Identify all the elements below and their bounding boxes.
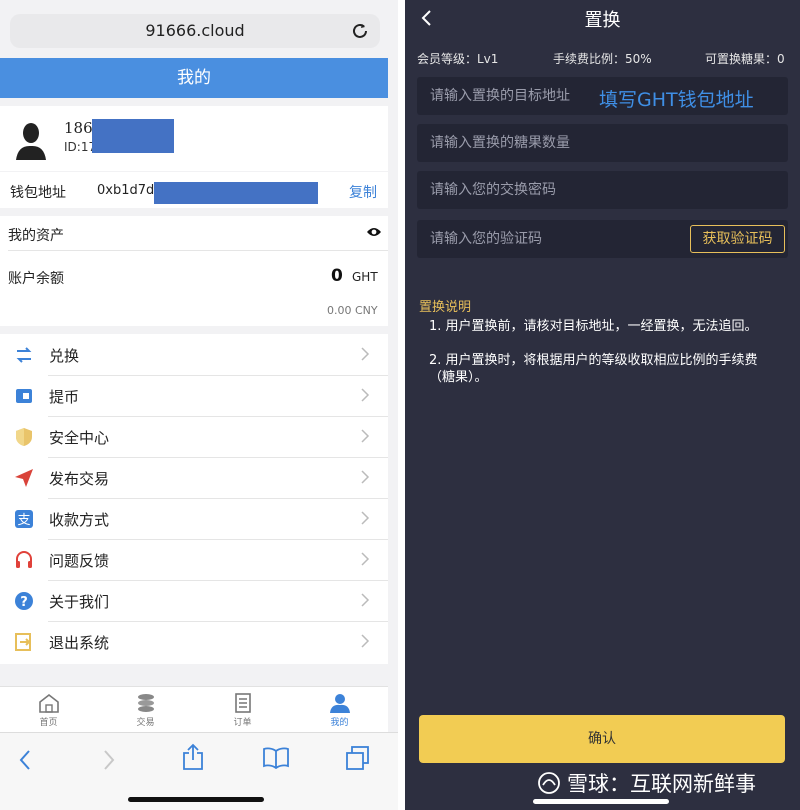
- chevron-right-icon: [361, 388, 370, 402]
- menu-item-about[interactable]: ? 关于我们: [0, 580, 388, 621]
- headphones-icon: [16, 551, 32, 568]
- tab-label: 我的: [330, 718, 349, 728]
- paper-plane-icon: [15, 469, 33, 487]
- tab-label: 交易: [136, 718, 155, 728]
- coins-icon: [138, 694, 154, 712]
- tab-trade[interactable]: 交易: [97, 687, 194, 733]
- back-arrow-icon[interactable]: [18, 749, 32, 771]
- user-phone: 186: [64, 119, 93, 137]
- menu-item-withdraw[interactable]: 提币: [0, 375, 388, 416]
- profile-panel: [0, 106, 388, 171]
- member-level: 会员等级：Lv1: [417, 52, 499, 66]
- left-phone-screen: 91666.cloud 我的 186 ID:17 钱包地址 0xb1d7d6 复…: [0, 0, 398, 810]
- exchange-header: 置换: [405, 0, 800, 36]
- share-icon[interactable]: [181, 743, 205, 771]
- shield-icon: [16, 428, 32, 446]
- chevron-right-icon: [361, 511, 370, 525]
- password-input[interactable]: [417, 171, 788, 209]
- password-field[interactable]: [417, 171, 788, 209]
- fee-ratio: 手续费比例：50%: [553, 52, 652, 66]
- question-circle-icon: ?: [15, 592, 33, 610]
- menu-item-label: 提币: [49, 388, 80, 406]
- assets-title: 我的资产: [8, 228, 64, 244]
- address-bar[interactable]: 91666.cloud: [10, 14, 380, 48]
- note-item: 1. 用户置换前，请核对目标地址，一经置换，无法追回。: [429, 319, 758, 334]
- menu-item-exchange[interactable]: 兑换: [0, 334, 388, 375]
- menu-item-label: 兑换: [49, 347, 80, 365]
- bottom-tab-bar: 首页 交易 订单 我的: [0, 686, 388, 732]
- redaction-block: [154, 182, 318, 204]
- snowball-logo-icon: [538, 772, 560, 794]
- avatar: [16, 123, 46, 160]
- url-text[interactable]: 91666.cloud: [10, 21, 380, 40]
- tabs-icon[interactable]: [345, 745, 371, 771]
- home-indicator: [533, 799, 669, 804]
- redaction-block: [92, 119, 174, 153]
- get-code-button[interactable]: 获取验证码: [690, 225, 785, 253]
- svg-text:支: 支: [17, 513, 30, 528]
- confirm-button[interactable]: 确认: [419, 715, 785, 763]
- page-title: 我的: [177, 68, 211, 88]
- forward-arrow-icon[interactable]: [102, 749, 116, 771]
- menu-item-label: 收款方式: [49, 511, 110, 529]
- tab-home[interactable]: 首页: [0, 687, 97, 733]
- tab-orders[interactable]: 订单: [194, 687, 291, 733]
- svg-text:?: ?: [20, 595, 28, 610]
- page-header: 我的: [0, 58, 388, 98]
- copy-button[interactable]: 复制: [349, 182, 377, 202]
- home-icon: [39, 693, 59, 713]
- menu-item-label: 发布交易: [49, 470, 110, 488]
- tab-label: 订单: [233, 718, 252, 728]
- bookmarks-icon[interactable]: [262, 747, 290, 769]
- note-item: 2. 用户置换时，将根据用户的等级收取相应比例的手续费（糖果）。: [429, 353, 758, 385]
- menu-item-logout[interactable]: 退出系统: [0, 621, 388, 662]
- watermark-text: 雪球：互联网新鲜事: [567, 772, 756, 796]
- wallet-address: 0xb1d7d6: [97, 183, 163, 198]
- tab-label: 首页: [39, 718, 58, 728]
- wallet-address-annotation: 填写GHT钱包地址: [599, 89, 754, 111]
- candy-amount-input[interactable]: [417, 124, 788, 162]
- alipay-icon: 支: [15, 510, 33, 528]
- wallet-icon: [16, 389, 32, 403]
- exchangeable-candy: 可置换糖果：0: [705, 52, 785, 66]
- order-icon: [235, 693, 251, 713]
- menu-item-label: 问题反馈: [49, 552, 110, 570]
- balance-cny: 0.00 CNY: [327, 304, 378, 317]
- logout-icon: [15, 633, 31, 651]
- menu-item-publish-trade[interactable]: 发布交易: [0, 457, 388, 498]
- wallet-label: 钱包地址: [10, 185, 66, 201]
- reload-icon[interactable]: [350, 21, 370, 41]
- right-phone-screen: 置换 会员等级：Lv1 手续费比例：50% 可置换糖果：0 填写GHT钱包地址 …: [405, 0, 800, 810]
- notes-title: 置换说明: [419, 300, 472, 315]
- browser-toolbar: [0, 732, 398, 810]
- chevron-right-icon: [361, 347, 370, 361]
- page-title: 置换: [584, 10, 621, 31]
- exchange-arrows-icon: [16, 347, 32, 363]
- menu-item-label: 退出系统: [49, 634, 110, 652]
- candy-amount-field[interactable]: [417, 124, 788, 162]
- user-icon: [330, 694, 350, 713]
- balance-label: 账户余额: [8, 271, 64, 287]
- menu-item-label: 关于我们: [49, 593, 110, 611]
- chevron-right-icon: [361, 593, 370, 607]
- tab-mine[interactable]: 我的: [291, 687, 388, 733]
- menu-item-label: 安全中心: [49, 429, 110, 447]
- eye-icon[interactable]: [366, 226, 382, 238]
- menu-item-security[interactable]: 安全中心: [0, 416, 388, 457]
- home-indicator: [128, 797, 264, 802]
- chevron-right-icon: [361, 470, 370, 484]
- chevron-right-icon: [361, 634, 370, 648]
- menu-item-payment-methods[interactable]: 支 收款方式: [0, 498, 388, 539]
- balance-amount: 0: [331, 266, 343, 286]
- divider: [8, 250, 388, 251]
- chevron-right-icon: [361, 552, 370, 566]
- menu-item-feedback[interactable]: 问题反馈: [0, 539, 388, 580]
- chevron-right-icon: [361, 429, 370, 443]
- balance-unit: GHT: [352, 270, 378, 284]
